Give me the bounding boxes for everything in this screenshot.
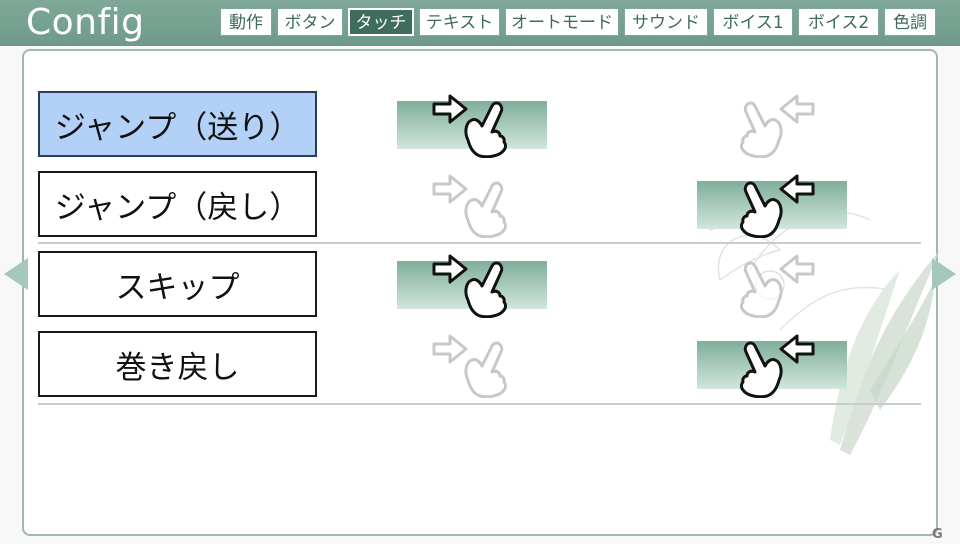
tab-button[interactable]: ボタン bbox=[277, 8, 343, 36]
config-screen: Config 動作 ボタン タッチ テキスト オートモード サウンド ボイス1 … bbox=[0, 0, 960, 544]
site-watermark: G bbox=[932, 527, 943, 542]
gesture-swipe-right-option[interactable] bbox=[397, 181, 547, 229]
gesture-swipe-right-option[interactable] bbox=[397, 101, 547, 149]
swipe-right-icon bbox=[432, 172, 512, 238]
swipe-left-icon bbox=[735, 172, 815, 238]
tab-touch[interactable]: タッチ bbox=[348, 8, 414, 36]
gesture-swipe-right-option[interactable] bbox=[397, 341, 547, 389]
skip-button[interactable]: スキップ bbox=[38, 251, 317, 317]
jump-back-button[interactable]: ジャンプ（戻し） bbox=[38, 171, 317, 237]
gesture-swipe-left-option[interactable] bbox=[697, 341, 847, 389]
tab-color-tone[interactable]: 色調 bbox=[884, 8, 936, 36]
swipe-right-icon bbox=[432, 252, 512, 318]
gesture-swipe-right-option[interactable] bbox=[397, 261, 547, 309]
tab-auto-mode[interactable]: オートモード bbox=[505, 8, 619, 36]
page-title: Config bbox=[26, 2, 145, 43]
header-bar: Config 動作 ボタン タッチ テキスト オートモード サウンド ボイス1 … bbox=[0, 0, 960, 46]
tab-voice1[interactable]: ボイス1 bbox=[713, 8, 793, 36]
swipe-left-icon bbox=[735, 332, 815, 398]
gesture-swipe-left-option[interactable] bbox=[697, 261, 847, 309]
triangle-right-icon[interactable] bbox=[930, 254, 960, 294]
swipe-right-icon bbox=[432, 332, 512, 398]
tab-sound[interactable]: サウンド bbox=[624, 8, 708, 36]
tab-dousa[interactable]: 動作 bbox=[220, 8, 272, 36]
swipe-left-icon bbox=[735, 252, 815, 318]
swipe-right-icon bbox=[432, 92, 512, 158]
tab-voice2[interactable]: ボイス2 bbox=[798, 8, 879, 36]
row-divider bbox=[38, 242, 921, 244]
tab-text[interactable]: テキスト bbox=[419, 8, 500, 36]
gesture-swipe-left-option[interactable] bbox=[697, 181, 847, 229]
gesture-swipe-left-option[interactable] bbox=[697, 101, 847, 149]
rewind-button[interactable]: 巻き戻し bbox=[38, 331, 317, 397]
triangle-left-icon[interactable] bbox=[0, 254, 30, 294]
jump-forward-button[interactable]: ジャンプ（送り） bbox=[38, 91, 317, 157]
row-divider bbox=[38, 403, 921, 405]
swipe-left-icon bbox=[735, 92, 815, 158]
